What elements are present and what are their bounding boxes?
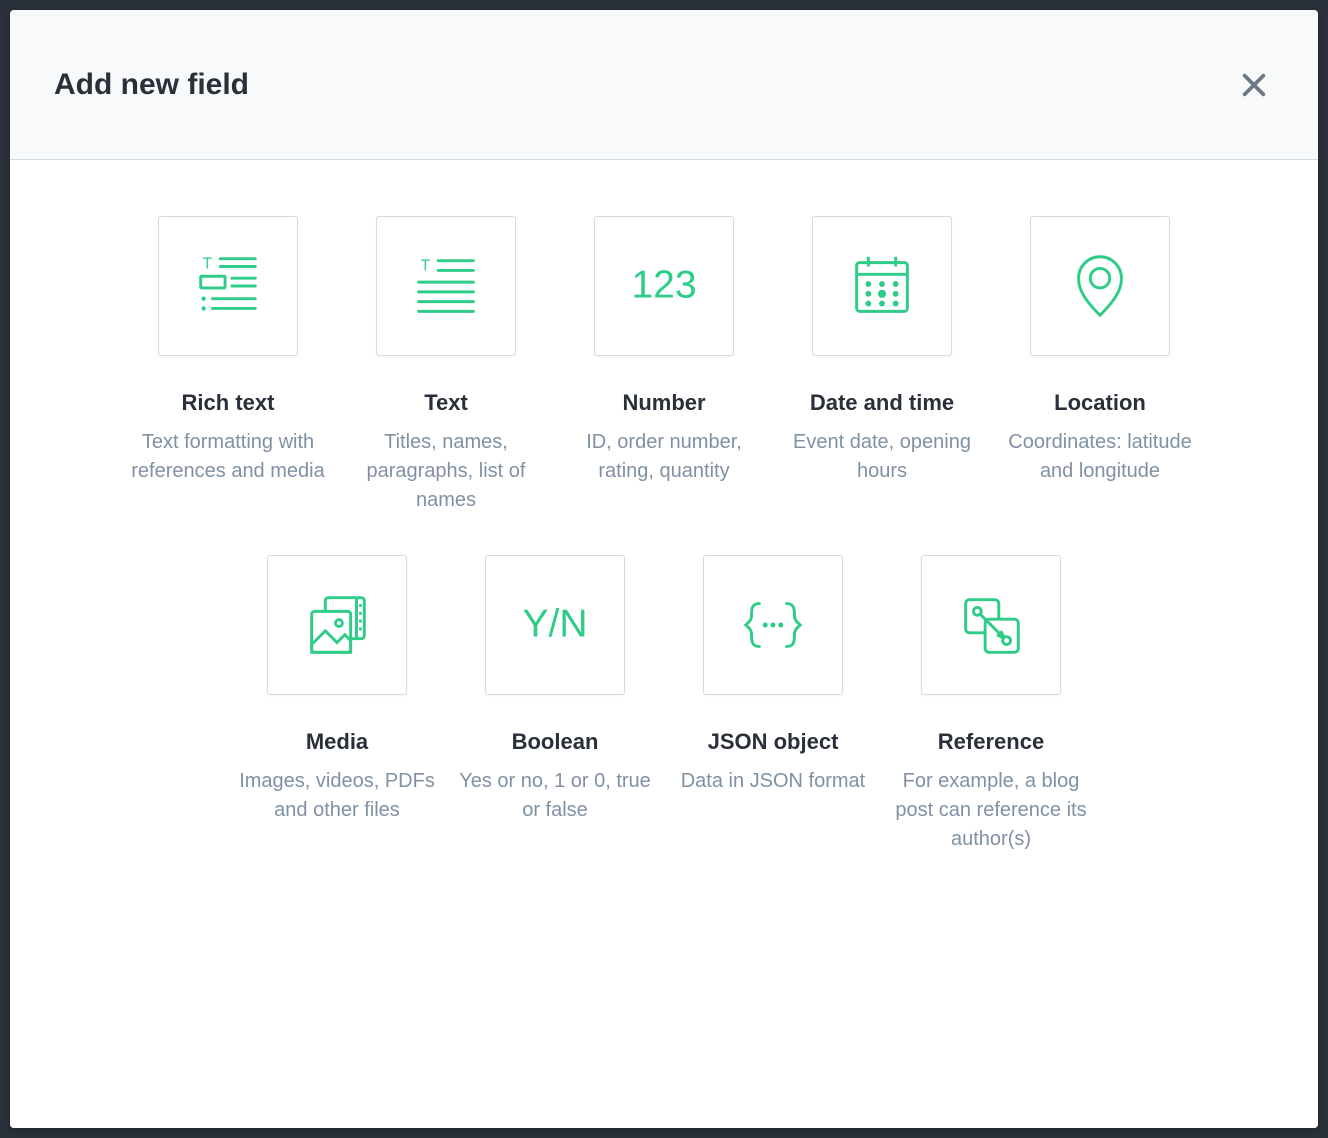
field-type-title: Number xyxy=(622,390,705,416)
reference-icon xyxy=(921,555,1061,695)
field-type-number[interactable]: 123 Number ID, order number, rating, qua… xyxy=(560,216,768,515)
dialog-body: T Rich text Text xyxy=(10,160,1318,1128)
field-type-title: Text xyxy=(424,390,468,416)
field-type-desc: For example, a blog post can reference i… xyxy=(887,767,1095,854)
rich-text-icon: T xyxy=(158,216,298,356)
text-icon: T xyxy=(376,216,516,356)
field-type-title: Location xyxy=(1054,390,1146,416)
field-type-boolean[interactable]: Y/N Boolean Yes or no, 1 or 0, true or f… xyxy=(451,555,659,854)
field-type-location[interactable]: Location Coordinates: latitude and longi… xyxy=(996,216,1204,515)
field-type-title: Rich text xyxy=(182,390,275,416)
field-type-title: Boolean xyxy=(512,729,599,755)
field-type-title: Media xyxy=(306,729,368,755)
field-type-reference[interactable]: Reference For example, a blog post can r… xyxy=(887,555,1095,854)
dialog-header: Add new field xyxy=(10,10,1318,160)
svg-text:Y/N: Y/N xyxy=(522,603,587,646)
svg-text:123: 123 xyxy=(631,264,696,307)
field-type-desc: Event date, opening hours xyxy=(778,428,986,486)
field-type-title: Date and time xyxy=(810,390,954,416)
dialog-title: Add new field xyxy=(54,68,249,102)
field-type-desc: Titles, names, paragraphs, list of names xyxy=(342,428,550,515)
svg-text:T: T xyxy=(203,255,213,272)
calendar-icon xyxy=(812,216,952,356)
field-type-desc: Yes or no, 1 or 0, true or false xyxy=(451,767,659,825)
close-button[interactable] xyxy=(1234,65,1274,105)
boolean-icon: Y/N xyxy=(485,555,625,695)
field-type-json[interactable]: JSON object Data in JSON format xyxy=(669,555,877,854)
field-type-rich-text[interactable]: T Rich text Text xyxy=(124,216,332,515)
field-type-desc: Data in JSON format xyxy=(677,767,870,796)
field-type-desc: ID, order number, rating, quantity xyxy=(560,428,768,486)
field-type-desc: Images, videos, PDFs and other files xyxy=(233,767,441,825)
field-type-title: Reference xyxy=(938,729,1044,755)
svg-text:T: T xyxy=(421,257,431,274)
field-type-title: JSON object xyxy=(708,729,839,755)
field-type-datetime[interactable]: Date and time Event date, opening hours xyxy=(778,216,986,515)
field-type-desc: Coordinates: latitude and longitude xyxy=(996,428,1204,486)
add-field-dialog: Add new field T xyxy=(10,10,1318,1128)
location-pin-icon xyxy=(1030,216,1170,356)
number-icon: 123 xyxy=(594,216,734,356)
field-type-media[interactable]: Media Images, videos, PDFs and other fil… xyxy=(233,555,441,854)
json-icon xyxy=(703,555,843,695)
field-type-grid: T Rich text Text xyxy=(114,216,1214,854)
media-icon xyxy=(267,555,407,695)
close-icon xyxy=(1240,71,1268,99)
field-type-desc: Text formatting with references and medi… xyxy=(124,428,332,486)
field-type-text[interactable]: T Text Titles, names, paragraphs, list o… xyxy=(342,216,550,515)
